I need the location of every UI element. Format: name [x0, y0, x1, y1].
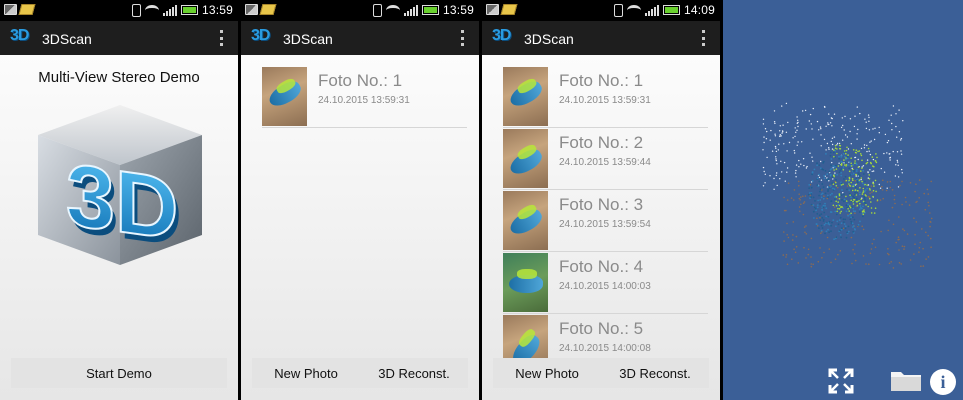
- vibrate-icon: [131, 3, 141, 17]
- demo-title: Multi-View Stereo Demo: [38, 69, 200, 86]
- vibrate-icon: [613, 3, 623, 17]
- 3d-cube-logo: 3D 3D: [38, 105, 202, 265]
- status-time: 13:59: [201, 3, 233, 17]
- photo-list-item[interactable]: Foto No.: 4 24.10.2015 14:00:03: [503, 252, 708, 314]
- app-title: 3DScan: [524, 31, 574, 47]
- start-demo-button[interactable]: Start Demo: [11, 366, 227, 381]
- mail-notification-icon: [259, 4, 277, 15]
- cube-text: 3D: [66, 144, 178, 258]
- battery-icon: [180, 5, 198, 15]
- wifi-icon: [385, 4, 400, 16]
- photo-list-item[interactable]: Foto No.: 1 24.10.2015 13:59:31: [262, 66, 467, 128]
- photo-list-item[interactable]: Foto No.: 1 24.10.2015 13:59:31: [503, 66, 708, 128]
- mail-notification-icon: [500, 4, 518, 15]
- status-time: 13:59: [442, 3, 474, 17]
- image-notification-icon: [245, 4, 258, 15]
- photo-date: 24.10.2015 13:59:54: [559, 219, 651, 230]
- bottom-action-bar: New Photo 3D Reconst.: [252, 358, 468, 388]
- overflow-menu-icon[interactable]: [461, 30, 465, 46]
- screen-photo-list-five: 14:09 3D 3DScan Foto No.: 1 24.10.2015 1…: [482, 0, 720, 400]
- reconstruct-button[interactable]: 3D Reconst.: [360, 366, 468, 381]
- mail-notification-icon: [18, 4, 36, 15]
- photo-thumbnail: [262, 67, 307, 126]
- app-logo-icon: 3D: [10, 27, 29, 44]
- photo-title: Foto No.: 1: [559, 71, 644, 90]
- photo-title: Foto No.: 5: [559, 319, 644, 338]
- signal-icon: [162, 4, 177, 16]
- screen-demo: 13:59 3D 3DScan Multi-View Stereo Demo 3…: [0, 0, 238, 400]
- screenshot-strip: 13:59 3D 3DScan Multi-View Stereo Demo 3…: [0, 0, 963, 400]
- info-icon[interactable]: i: [930, 369, 956, 395]
- action-bar: 3D 3DScan: [0, 21, 238, 55]
- status-bar: 13:59: [0, 0, 238, 21]
- battery-icon: [662, 5, 680, 15]
- vibrate-icon: [372, 3, 382, 17]
- fullscreen-icon[interactable]: [828, 368, 854, 394]
- overflow-menu-icon[interactable]: [702, 30, 706, 46]
- action-bar: 3D 3DScan: [241, 21, 479, 55]
- photo-thumbnail: [503, 191, 548, 250]
- image-notification-icon: [4, 4, 17, 15]
- bottom-action-bar: New Photo 3D Reconst.: [493, 358, 709, 388]
- wifi-icon: [144, 4, 159, 16]
- photo-title: Foto No.: 4: [559, 257, 644, 276]
- status-bar: 13:59: [241, 0, 479, 21]
- photo-list-item[interactable]: Foto No.: 3 24.10.2015 13:59:54: [503, 190, 708, 252]
- reconstruct-button[interactable]: 3D Reconst.: [601, 366, 709, 381]
- app-logo-icon: 3D: [492, 27, 511, 44]
- new-photo-button[interactable]: New Photo: [252, 366, 360, 381]
- new-photo-button[interactable]: New Photo: [493, 366, 601, 381]
- wifi-icon: [626, 4, 641, 16]
- battery-icon: [421, 5, 439, 15]
- overflow-menu-icon[interactable]: [220, 30, 224, 46]
- photo-title: Foto No.: 2: [559, 133, 644, 152]
- photo-date: 24.10.2015 14:00:03: [559, 281, 651, 292]
- photo-date: 24.10.2015 13:59:31: [559, 95, 651, 106]
- point-cloud-view[interactable]: [753, 100, 943, 290]
- photo-title: Foto No.: 3: [559, 195, 644, 214]
- photo-date: 24.10.2015 13:59:44: [559, 157, 651, 168]
- photo-thumbnail: [503, 253, 548, 312]
- photo-date: 24.10.2015 14:00:08: [559, 343, 651, 354]
- signal-icon: [644, 4, 659, 16]
- signal-icon: [403, 4, 418, 16]
- photo-date: 24.10.2015 13:59:31: [318, 95, 410, 106]
- photo-thumbnail: [503, 67, 548, 126]
- action-bar: 3D 3DScan: [482, 21, 720, 55]
- status-bar: 14:09: [482, 0, 720, 21]
- status-time: 14:09: [683, 3, 715, 17]
- folder-icon[interactable]: [890, 368, 922, 392]
- photo-title: Foto No.: 1: [318, 71, 403, 90]
- app-title: 3DScan: [283, 31, 333, 47]
- photo-list-item[interactable]: Foto No.: 2 24.10.2015 13:59:44: [503, 128, 708, 190]
- image-notification-icon: [486, 4, 499, 15]
- app-title: 3DScan: [42, 31, 92, 47]
- screen-photo-list-one: 13:59 3D 3DScan Foto No.: 1 24.10.2015 1…: [241, 0, 479, 400]
- app-logo-icon: 3D: [251, 27, 270, 44]
- photo-thumbnail: [503, 129, 548, 188]
- screen-point-cloud-viewer: i: [723, 0, 963, 400]
- bottom-action-bar: Start Demo: [11, 358, 227, 388]
